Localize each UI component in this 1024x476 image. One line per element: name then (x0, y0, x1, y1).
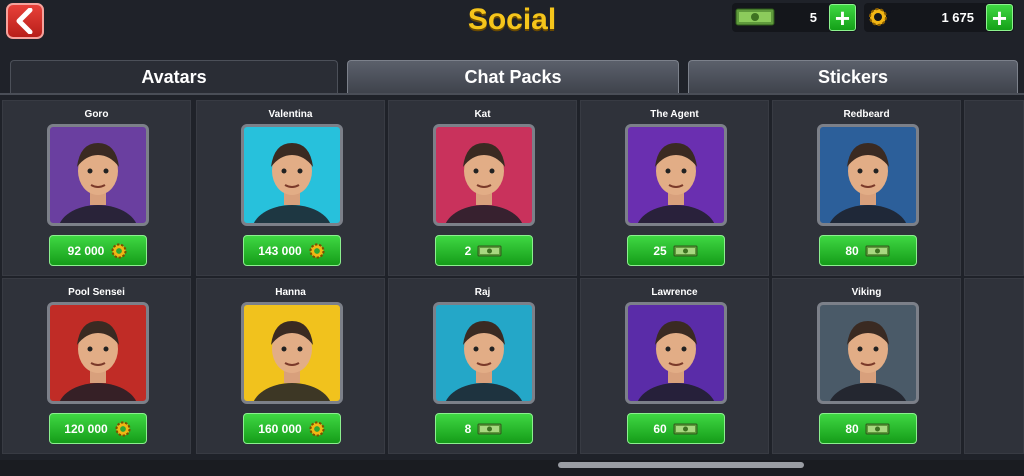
header: Social 5 + 1 675 + (0, 0, 1024, 52)
avatar-name: The Agent (650, 109, 699, 120)
buy-button[interactable]: 2 (435, 235, 533, 266)
avatar-name: Lawrence (651, 287, 698, 298)
scroll-track (0, 460, 1024, 476)
avatar-portrait[interactable] (47, 302, 149, 404)
avatar-card[interactable]: The Agent 25 (580, 100, 769, 276)
price-value: 8 (464, 421, 472, 436)
buy-button[interactable]: 160 000 (243, 413, 341, 444)
buy-button[interactable]: 60 (627, 413, 725, 444)
avatar-card[interactable]: Redbeard 80 (772, 100, 961, 276)
price-value: 80 (845, 421, 859, 436)
tab-avatars[interactable]: Avatars (10, 60, 338, 94)
horizontal-scrollbar[interactable] (558, 462, 804, 468)
tab-chat-packs[interactable]: Chat Packs (347, 60, 679, 94)
avatar-portrait[interactable] (625, 124, 727, 226)
cash-icon (673, 422, 699, 436)
price-value: 25 (653, 243, 667, 258)
avatar-portrait[interactable] (625, 302, 727, 404)
avatar-card[interactable]: Raj 8 (388, 278, 577, 454)
avatar-portrait[interactable] (241, 302, 343, 404)
price-value: 160 000 (258, 421, 302, 436)
avatar-card-partial[interactable] (964, 100, 1024, 276)
price-value: 2 (464, 243, 472, 258)
avatar-card[interactable]: Valentina 143 000 (196, 100, 385, 276)
avatar-name: Viking (851, 287, 882, 298)
cash-icon (477, 244, 503, 258)
buy-button[interactable]: 25 (627, 235, 725, 266)
avatar-name: Redbeard (843, 109, 890, 120)
price-value: 92 000 (67, 243, 105, 258)
avatar-card[interactable]: Pool Sensei 120 000 (2, 278, 191, 454)
cash-icon (865, 244, 891, 258)
price-value: 143 000 (258, 243, 302, 258)
avatar-grid: Goro 92 000 Valentina 143 000 Kat 2 The Agent 2… (0, 100, 1024, 460)
price-value: 80 (845, 243, 859, 258)
coin-icon (308, 242, 326, 260)
avatar-card[interactable]: Goro 92 000 (2, 100, 191, 276)
avatar-name: Goro (84, 109, 109, 120)
cash-icon (865, 422, 891, 436)
tab-stickers[interactable]: Stickers (688, 60, 1018, 94)
price-value: 120 000 (64, 421, 108, 436)
avatar-portrait[interactable] (817, 124, 919, 226)
avatar-portrait[interactable] (241, 124, 343, 226)
avatar-name: Valentina (268, 109, 313, 120)
avatar-name: Raj (474, 287, 491, 298)
coin-value: 1 675 (941, 10, 974, 25)
coin-icon (114, 420, 132, 438)
buy-button[interactable]: 143 000 (243, 235, 341, 266)
coin-icon (308, 420, 326, 438)
price-value: 60 (653, 421, 667, 436)
cash-icon (477, 422, 503, 436)
avatar-portrait[interactable] (817, 302, 919, 404)
add-cash-button[interactable]: + (829, 4, 856, 31)
buy-button[interactable]: 80 (819, 235, 917, 266)
avatar-card[interactable]: Hanna 160 000 (196, 278, 385, 454)
avatar-name: Kat (474, 109, 491, 120)
cash-icon (673, 244, 699, 258)
avatar-card[interactable]: Kat 2 (388, 100, 577, 276)
avatar-card[interactable]: Lawrence 60 (580, 278, 769, 454)
add-coins-button[interactable]: + (986, 4, 1013, 31)
coin-icon (869, 8, 887, 26)
buy-button[interactable]: 8 (435, 413, 533, 444)
avatar-portrait[interactable] (433, 302, 535, 404)
tab-divider (0, 93, 1024, 95)
avatar-card-partial[interactable] (964, 278, 1024, 454)
buy-button[interactable]: 92 000 (49, 235, 147, 266)
cash-icon (735, 8, 775, 26)
cash-balance: 5 + (732, 3, 857, 32)
avatar-name: Pool Sensei (68, 287, 125, 298)
cash-value: 5 (809, 10, 817, 25)
tab-bar: Avatars Chat Packs Stickers (0, 60, 1024, 94)
buy-button[interactable]: 80 (819, 413, 917, 444)
buy-button[interactable]: 120 000 (49, 413, 147, 444)
avatar-card[interactable]: Viking 80 (772, 278, 961, 454)
coin-balance: 1 675 + (864, 3, 1014, 32)
coin-icon (110, 242, 128, 260)
avatar-portrait[interactable] (47, 124, 149, 226)
avatar-name: Hanna (275, 287, 306, 298)
avatar-portrait[interactable] (433, 124, 535, 226)
